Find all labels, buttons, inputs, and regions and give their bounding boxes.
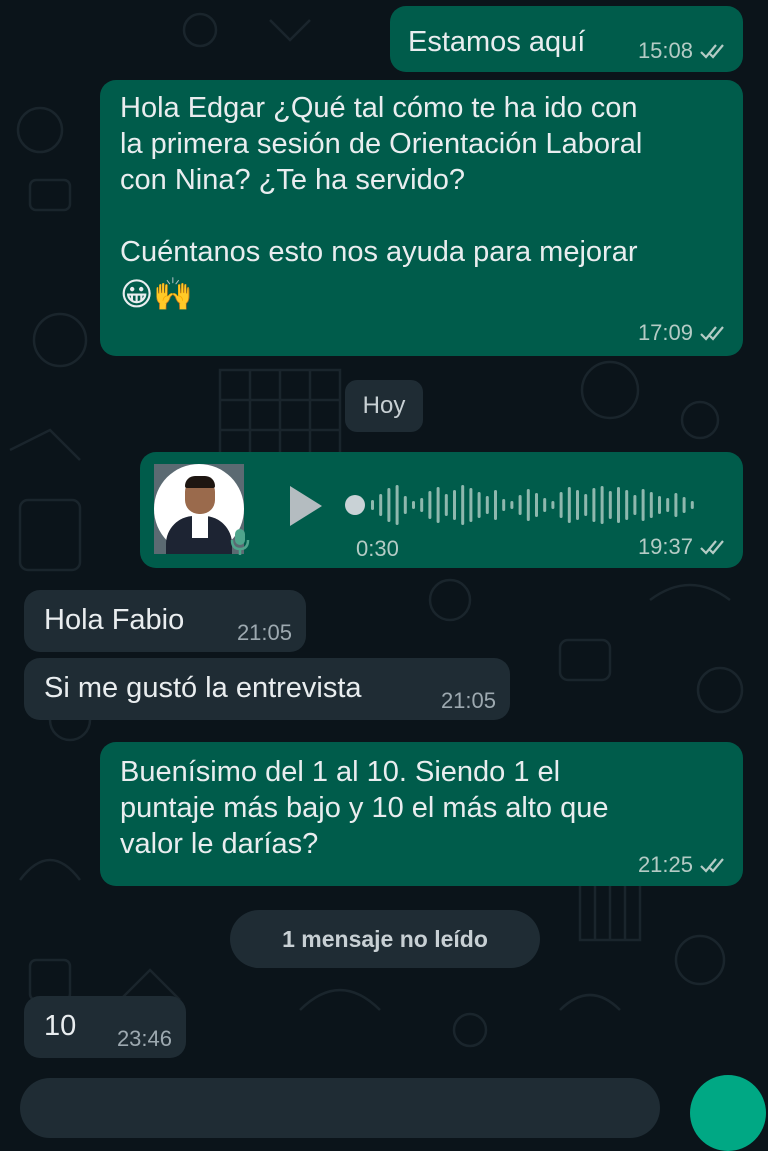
waveform-bar	[395, 485, 399, 525]
waveform-bar	[412, 501, 415, 509]
message-time: 23:46	[116, 1026, 172, 1051]
waveform-bar	[576, 490, 579, 520]
play-icon[interactable]	[286, 484, 326, 528]
waveform-bar	[371, 500, 374, 510]
waveform-bar	[420, 498, 424, 512]
waveform-bar	[518, 495, 522, 515]
waveform-bar	[444, 494, 448, 516]
message-incoming[interactable]: 10 23:46	[24, 996, 186, 1058]
message-meta: 15:08	[638, 38, 727, 64]
waveform-bar	[633, 495, 637, 515]
waveform-bar	[469, 488, 473, 522]
double-check-icon	[700, 858, 724, 873]
waveform-bar	[559, 492, 563, 518]
waveform-bar	[526, 489, 530, 521]
waveform-bar	[584, 494, 588, 516]
message-text: Si me gustó la entrevista	[44, 672, 362, 704]
message-meta: 17:09	[638, 320, 727, 346]
message-text: 10	[44, 1010, 77, 1042]
waveform-bar	[494, 490, 497, 520]
microphone-icon	[230, 529, 250, 555]
waveform-bar	[625, 490, 629, 520]
message-incoming[interactable]: Hola Fabio 21:05	[24, 590, 306, 652]
waveform-bar	[666, 498, 670, 512]
message-time: 21:05	[440, 688, 496, 713]
waveform-bar	[690, 501, 694, 509]
waveform-bar	[543, 498, 547, 512]
voice-message[interactable]: 0:30 19:37	[140, 452, 743, 568]
unread-messages-label: 1 mensaje no leído	[282, 925, 488, 952]
message-incoming[interactable]: Si me gustó la entrevista 21:05	[24, 658, 510, 720]
message-input-bar[interactable]	[20, 1078, 660, 1138]
message-outgoing[interactable]: Hola Edgar ¿Qué tal cómo te ha ido con l…	[100, 80, 743, 356]
message-time: 21:25	[637, 852, 693, 877]
waveform-bar	[502, 499, 506, 511]
waveform-bar	[485, 496, 489, 514]
message-meta: 21:05	[237, 620, 292, 646]
unread-messages-banner: 1 mensaje no leído	[230, 910, 540, 968]
waveform-bar	[477, 492, 481, 518]
message-text: Hola Fabio	[44, 604, 185, 636]
date-chip: Hoy	[345, 380, 423, 432]
waveform-bar	[403, 496, 407, 514]
waveform-bar	[608, 491, 612, 519]
message-time: 19:37	[637, 534, 693, 559]
waveform[interactable]	[345, 480, 705, 530]
waveform-bar	[617, 487, 620, 523]
waveform-bar	[387, 488, 391, 522]
message-time: 17:09	[637, 320, 693, 345]
waveform-bar	[510, 501, 514, 509]
message-outgoing[interactable]: Buenísimo del 1 al 10. Siendo 1 el punta…	[100, 742, 743, 886]
message-meta: 21:25	[638, 852, 727, 878]
message-emoji: 😀🙌	[120, 276, 194, 312]
message-outgoing[interactable]: Estamos aquí 15:08	[390, 6, 743, 72]
waveform-bar	[551, 501, 555, 509]
message-meta: 21:05	[441, 688, 496, 714]
message-text: Estamos aquí	[408, 26, 586, 58]
message-time: 21:05	[236, 620, 292, 645]
waveform-bar	[428, 491, 432, 519]
double-check-icon	[700, 326, 724, 341]
waveform-bar	[682, 497, 686, 513]
message-text: Hola Edgar ¿Qué tal cómo te ha ido con l…	[120, 92, 643, 268]
waveform-bar	[453, 490, 456, 520]
waveform-bar	[567, 487, 571, 523]
message-meta: 23:46	[117, 1026, 172, 1052]
message-text: Buenísimo del 1 al 10. Siendo 1 el punta…	[120, 756, 609, 860]
waveform-bar	[649, 492, 653, 518]
waveform-bar	[535, 493, 538, 517]
message-time: 15:08	[637, 38, 693, 63]
waveform-bar	[600, 486, 604, 524]
waveform-bar	[658, 496, 661, 514]
waveform-bar	[641, 489, 645, 521]
waveform-bar	[379, 494, 383, 516]
waveform-bar	[461, 485, 465, 525]
double-check-icon	[700, 540, 724, 555]
date-chip-label: Hoy	[362, 392, 406, 419]
send-button[interactable]	[690, 1075, 766, 1151]
waveform-bar	[674, 493, 678, 517]
waveform-progress-dot	[345, 495, 365, 515]
double-check-icon	[700, 44, 724, 59]
waveform-bar	[436, 487, 440, 523]
message-meta: 19:37	[638, 534, 727, 560]
waveform-bar	[592, 488, 596, 522]
voice-duration: 0:30	[356, 536, 399, 561]
